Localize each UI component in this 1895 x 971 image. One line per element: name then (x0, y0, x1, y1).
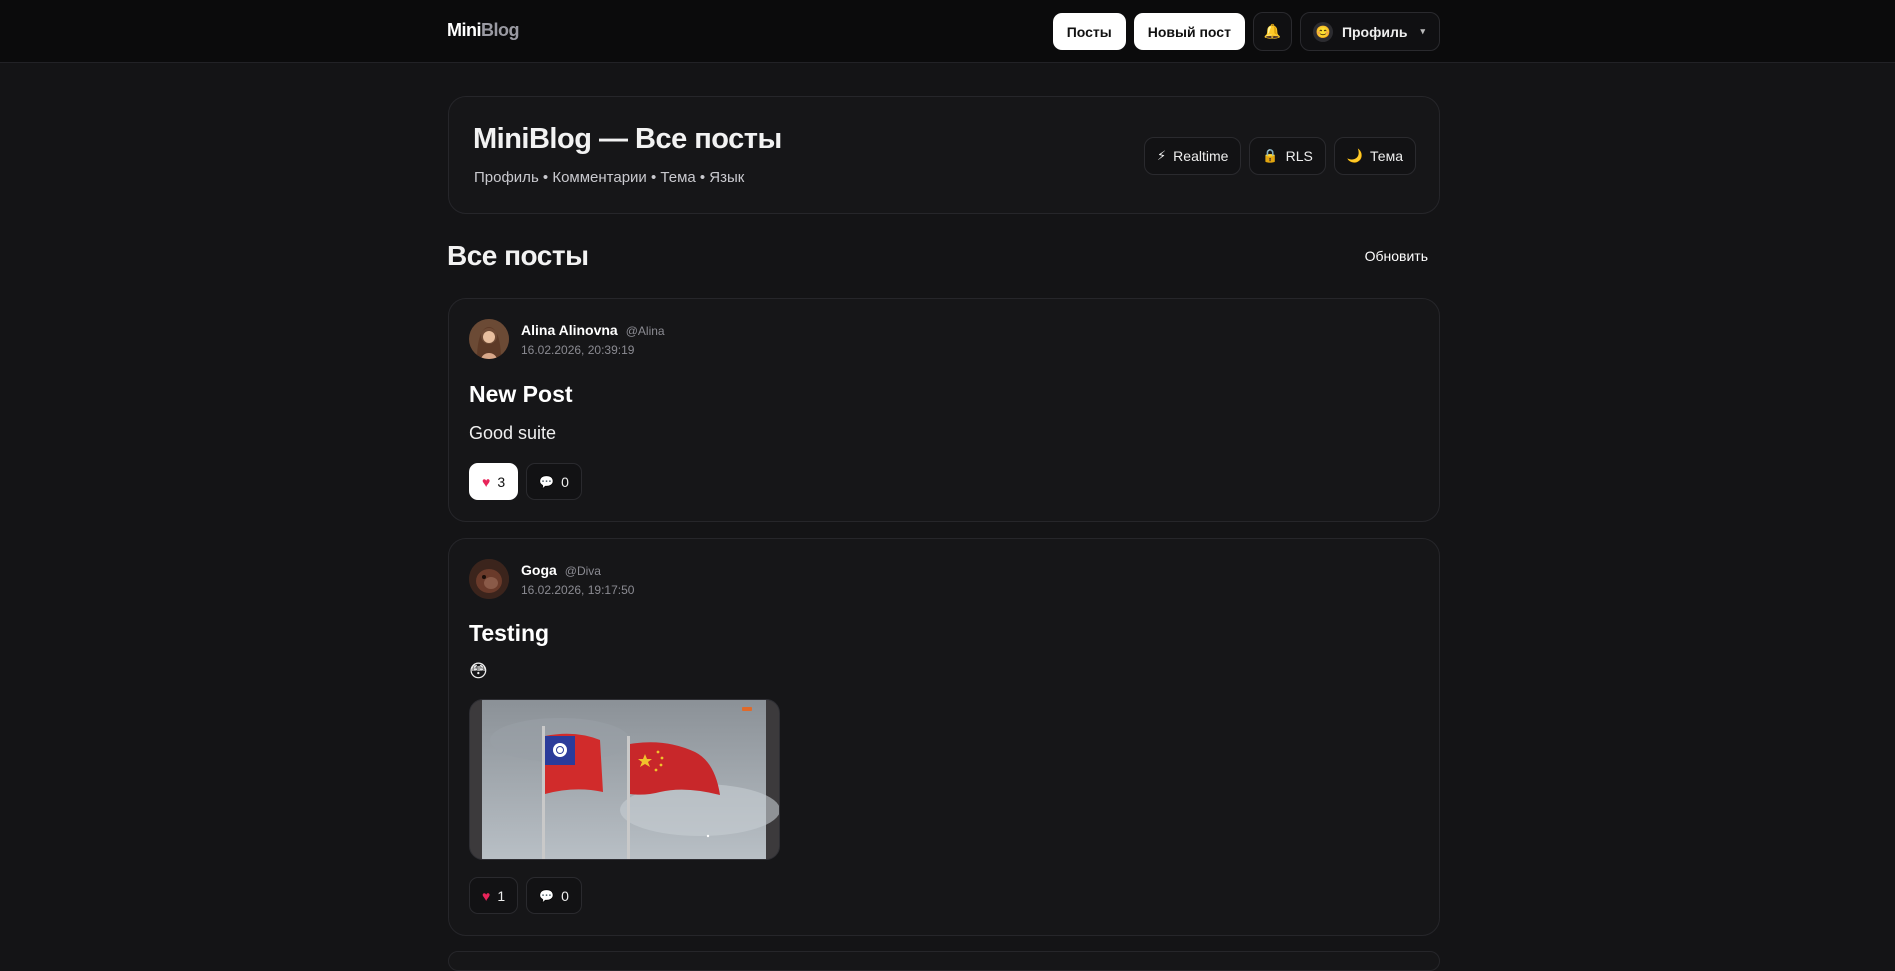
like-button[interactable]: ♥ 1 (469, 877, 519, 914)
page-title: MiniBlog — Все посты (473, 123, 782, 155)
heart-icon: ♥ (482, 887, 491, 904)
logo-text-blog: Blog (481, 20, 520, 40)
app-logo[interactable]: MiniBlog (447, 20, 520, 41)
tag-theme[interactable]: 🌙 Тема (1333, 137, 1416, 175)
like-count: 1 (497, 887, 506, 904)
comment-icon: 💬 (539, 888, 555, 903)
tag-realtime[interactable]: ⚡ Realtime (1144, 137, 1242, 175)
profile-label: Профиль (1341, 23, 1408, 40)
author-info: Goga @Diva 16.02.2026, 19:17:50 (521, 559, 634, 599)
post-image[interactable] (469, 699, 780, 860)
comment-count: 0 (561, 473, 569, 490)
chevron-down-icon: ▾ (1420, 26, 1425, 36)
author-handle: @Alina (625, 324, 665, 338)
author-name[interactable]: Alina Alinovna (521, 322, 618, 338)
comment-button[interactable]: 💬 0 (526, 463, 582, 500)
like-count: 3 (497, 473, 506, 490)
post-header: Goga @Diva 16.02.2026, 19:17:50 (469, 559, 634, 599)
nav-new-post-button[interactable]: Новый пост (1133, 13, 1245, 50)
refresh-button[interactable]: Обновить (1365, 248, 1428, 264)
profile-avatar-icon: 😊 (1312, 21, 1333, 42)
author-name[interactable]: Goga (521, 562, 557, 578)
lock-icon: 🔒 (1262, 148, 1279, 163)
post-date: 16.02.2026, 19:17:50 (521, 583, 635, 597)
page-subtitle: Профиль • Комментарии • Тема • Язык (474, 169, 745, 186)
nav-posts-button[interactable]: Посты (1052, 13, 1126, 50)
post-actions: ♥ 3 💬 0 (469, 463, 582, 500)
hero-card: MiniBlog — Все посты Профиль • Комментар… (448, 96, 1440, 214)
notifications-button[interactable]: 🔔 (1252, 12, 1292, 51)
lightning-icon: ⚡ (1157, 148, 1167, 163)
post-body: Good suite (469, 423, 557, 443)
post-title: New Post (469, 381, 573, 407)
author-avatar[interactable] (469, 319, 509, 359)
tag-rls[interactable]: 🔒 RLS (1249, 137, 1326, 175)
post-actions: ♥ 1 💬 0 (469, 877, 582, 914)
profile-menu-button[interactable]: 😊 Профиль ▾ (1299, 12, 1440, 51)
top-navbar: MiniBlog Посты Новый пост 🔔 😊 Профиль ▾ (0, 0, 1895, 63)
post-header: Alina Alinovna @Alina 16.02.2026, 20:39:… (469, 319, 665, 359)
tag-label: Тема (1370, 148, 1403, 164)
comment-button[interactable]: 💬 0 (526, 877, 582, 914)
moon-icon: 🌙 (1346, 148, 1364, 163)
heart-icon: ♥ (482, 473, 491, 490)
bell-icon: 🔔 (1263, 23, 1282, 39)
post-card: Alina Alinovna @Alina 16.02.2026, 20:39:… (448, 298, 1440, 522)
author-handle: @Diva (564, 564, 601, 578)
tag-label: Realtime (1173, 148, 1229, 164)
post-title: Testing (469, 620, 550, 646)
post-emoji: 😳 (469, 661, 488, 681)
section-title: Все посты (447, 240, 589, 271)
nav-actions: Посты Новый пост 🔔 😊 Профиль ▾ (1052, 12, 1440, 51)
logo-text-mini: Mini (447, 20, 482, 40)
tag-label: RLS (1285, 148, 1313, 164)
comment-count: 0 (561, 887, 569, 904)
feature-tags: ⚡ Realtime 🔒 RLS 🌙 Тема (1144, 137, 1416, 175)
post-date: 16.02.2026, 20:39:19 (521, 343, 635, 357)
comment-icon: 💬 (539, 474, 555, 489)
author-avatar[interactable] (469, 559, 509, 599)
like-button[interactable]: ♥ 3 (469, 463, 519, 500)
post-card: Goga @Diva 16.02.2026, 19:17:50 Testing … (448, 538, 1440, 936)
post-card (448, 951, 1440, 971)
author-info: Alina Alinovna @Alina 16.02.2026, 20:39:… (521, 319, 665, 359)
